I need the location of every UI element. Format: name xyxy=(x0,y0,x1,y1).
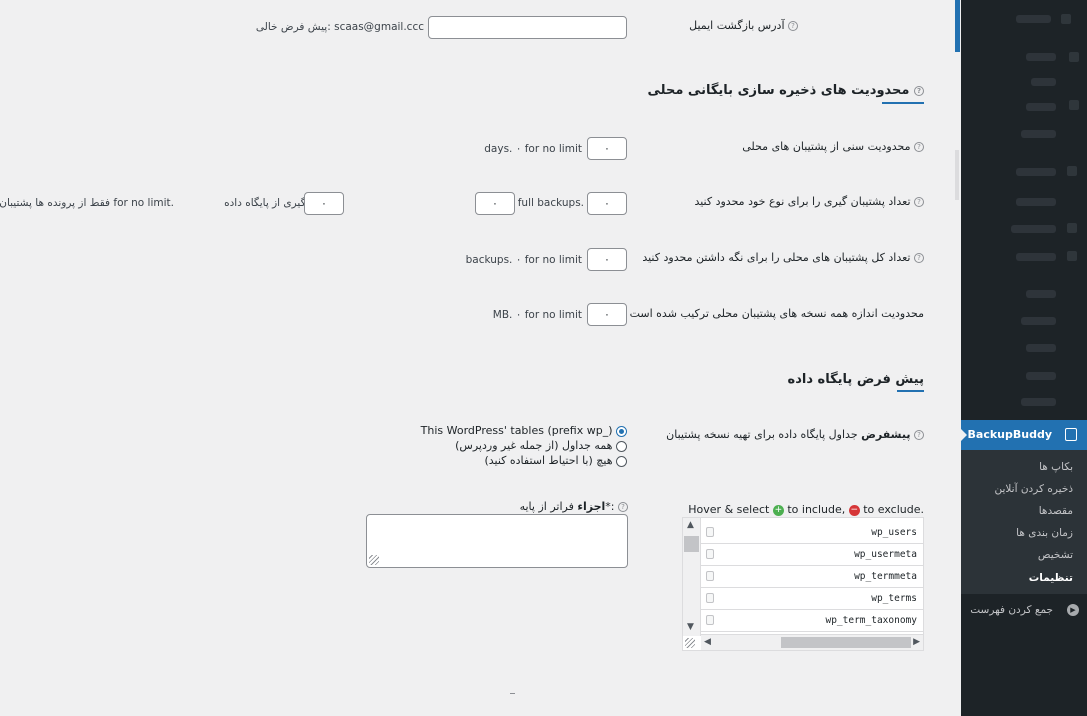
size-limit-hint: MB. ۰ for no limit xyxy=(492,309,582,321)
backupbuddy-icon xyxy=(1065,428,1077,441)
sidebar-subitem[interactable]: بکاپ ها xyxy=(1039,461,1073,473)
table-icon xyxy=(706,593,714,603)
blurred-menu-item xyxy=(1016,253,1056,261)
table-row[interactable]: wp_users xyxy=(701,522,923,544)
heading-underline xyxy=(882,102,924,104)
full-backups-input[interactable] xyxy=(587,192,627,215)
help-icon[interactable]: ? xyxy=(788,21,798,31)
total-limit-label: تعداد کل پشتیبان های محلی را برای نگه دا… xyxy=(642,251,924,264)
age-limit-label: محدودیت سنی از پشتیبان های محلی ? xyxy=(742,140,924,153)
tables-list[interactable]: ▲ ▼ wp_users wp_usermeta wp_termmeta wp_… xyxy=(682,517,924,651)
radio-button[interactable] xyxy=(616,455,627,467)
table-row[interactable]: wp_termmeta xyxy=(701,566,923,588)
table-icon xyxy=(706,571,714,581)
type-limit-label: تعداد پشتیبان گیری را برای نوع خود محدود… xyxy=(694,195,924,208)
menu-icon xyxy=(1067,251,1077,261)
email-input[interactable] xyxy=(428,16,627,39)
blurred-menu-item xyxy=(1031,78,1056,86)
include-icon: + xyxy=(772,504,784,516)
radio-button[interactable] xyxy=(616,440,627,452)
table-icon xyxy=(706,527,714,537)
help-icon[interactable]: ? xyxy=(914,430,924,440)
horizontal-scrollbar[interactable]: ◀ ▶ xyxy=(701,634,923,650)
size-limit-label: محدودیت اندازه همه نسخه های پشتیبان محلی… xyxy=(629,307,924,320)
include-exclude-hint: Hover & select + to include, − to exclud… xyxy=(688,503,924,516)
admin-sidebar: BackupBuddy بکاپ ها ذخیره کردن آنلاین مق… xyxy=(961,0,1087,716)
menu-icon xyxy=(1067,223,1077,233)
table-row[interactable]: wp_terms xyxy=(701,588,923,610)
blurred-menu-item xyxy=(1021,317,1056,325)
radio-button-selected[interactable] xyxy=(616,425,627,437)
blurred-menu-item xyxy=(1026,103,1056,111)
files-backups-label: فقط از پرونده ها پشتیبان تهیه کنید. ۰ fo… xyxy=(0,197,174,209)
email-default-hint: پیش فرض خالی: scaas@gmail.ccc xyxy=(255,21,424,33)
collapse-icon[interactable]: ▶ xyxy=(1067,604,1079,616)
collapse-menu[interactable]: جمع کردن فهرست xyxy=(970,604,1053,616)
full-backups-label: full backups. xyxy=(517,197,584,209)
menu-icon xyxy=(1061,14,1071,24)
scroll-down-icon[interactable]: ▼ xyxy=(687,622,694,632)
resize-grip-icon[interactable] xyxy=(685,638,695,648)
page-scroll-indicator xyxy=(955,0,960,52)
age-limit-input[interactable] xyxy=(587,137,627,160)
blurred-menu-item xyxy=(1021,398,1056,406)
menu-icon xyxy=(1069,52,1079,62)
size-limit-input[interactable] xyxy=(587,303,627,326)
db-defaults-heading: پیش فرض پایگاه داده xyxy=(787,372,924,387)
blurred-menu-item xyxy=(1021,130,1056,138)
blurred-menu-item xyxy=(1026,290,1056,298)
divider xyxy=(510,693,515,694)
sidebar-subitem[interactable]: تشخیص xyxy=(1038,549,1073,561)
scroll-left-icon[interactable]: ◀ xyxy=(704,637,711,647)
sidebar-subitem[interactable]: ذخیره کردن آنلاین xyxy=(994,483,1073,495)
files-backups-input[interactable] xyxy=(304,192,344,215)
sidebar-item-backupbuddy[interactable]: BackupBuddy xyxy=(961,420,1087,450)
blurred-menu-item xyxy=(1011,225,1056,233)
help-icon[interactable]: ? xyxy=(914,85,924,96)
base-extras-label: اجزاء فراتر از پایه*: ? xyxy=(520,500,628,513)
sidebar-subitem[interactable]: زمان بندی ها xyxy=(1016,527,1073,539)
heading-underline xyxy=(897,390,924,392)
vertical-scrollbar[interactable]: ▲ ▼ xyxy=(683,518,701,636)
age-limit-hint: days. ۰ for no limit xyxy=(484,143,582,155)
default-tables-label: پیشفرض جداول پایگاه داده برای تهیه نسخه … xyxy=(666,428,924,441)
table-icon xyxy=(706,549,714,559)
radio-option[interactable]: This WordPress' tables (prefix wp_) xyxy=(421,424,627,437)
menu-icon xyxy=(1067,166,1077,176)
sidebar-subitem[interactable]: مقصدها xyxy=(1039,505,1073,517)
radio-option[interactable]: هیچ (با احتیاط استفاده کنید) xyxy=(484,454,627,467)
scrollbar-thumb[interactable] xyxy=(781,637,911,648)
menu-icon xyxy=(1069,100,1079,110)
blurred-menu-item xyxy=(1016,15,1051,23)
table-row[interactable]: wp_usermeta xyxy=(701,544,923,566)
blurred-menu-item xyxy=(1026,344,1056,352)
blurred-menu-item xyxy=(1016,198,1056,206)
active-pointer xyxy=(961,428,967,442)
table-row[interactable]: wp_term_taxonomy xyxy=(701,610,923,632)
scroll-right-icon[interactable]: ▶ xyxy=(913,637,920,647)
base-extras-textarea[interactable] xyxy=(366,514,628,568)
help-icon[interactable]: ? xyxy=(914,197,924,207)
resize-grip-icon[interactable] xyxy=(369,555,379,565)
page-scroll-track xyxy=(955,150,959,200)
scrollbar-thumb[interactable] xyxy=(684,536,699,552)
blurred-menu-item xyxy=(1026,53,1056,61)
help-icon[interactable]: ? xyxy=(914,142,924,152)
total-limit-input[interactable] xyxy=(587,248,627,271)
help-icon[interactable]: ? xyxy=(618,502,628,512)
blurred-menu-item xyxy=(1026,372,1056,380)
email-label: آدرس بازگشت ایمیل ? xyxy=(689,19,798,32)
blurred-menu-item xyxy=(1016,168,1056,176)
total-limit-hint: backups. ۰ for no limit xyxy=(465,254,582,266)
scroll-up-icon[interactable]: ▲ xyxy=(687,520,694,530)
sidebar-subitem-active[interactable]: تنظیمات xyxy=(1029,572,1073,584)
table-icon xyxy=(706,615,714,625)
local-limits-heading: محدودیت های ذخیره سازی بایگانی محلی ? xyxy=(648,83,924,98)
exclude-icon: − xyxy=(848,504,860,516)
radio-option[interactable]: همه جداول (از جمله غیر وردپرس) xyxy=(455,439,627,452)
settings-main: آدرس بازگشت ایمیل ? پیش فرض خالی: scaas@… xyxy=(0,0,961,716)
help-icon[interactable]: ? xyxy=(914,253,924,263)
db-backups-input[interactable] xyxy=(475,192,515,215)
